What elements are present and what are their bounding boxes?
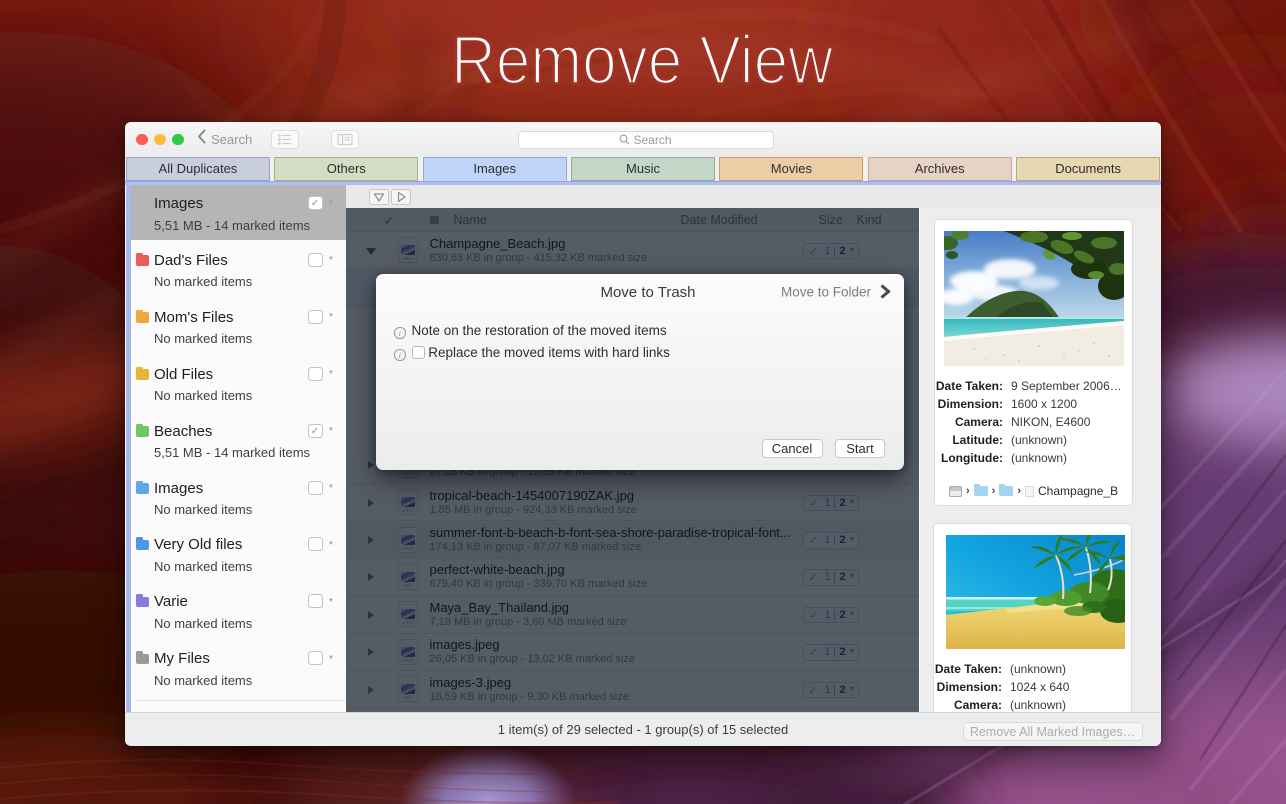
svg-text:Remove View: Remove View xyxy=(451,22,833,99)
